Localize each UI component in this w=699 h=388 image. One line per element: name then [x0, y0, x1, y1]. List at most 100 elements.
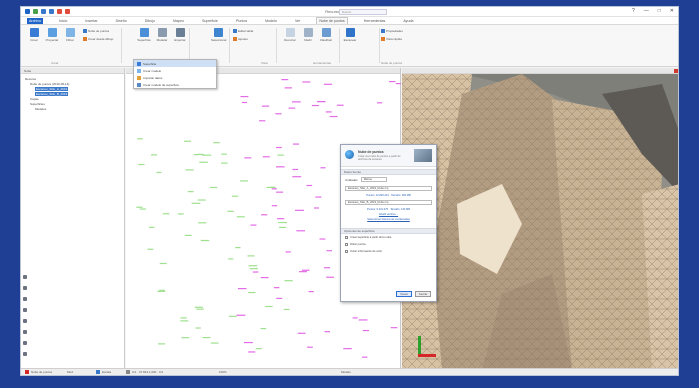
orbit-icon[interactable]: [23, 297, 27, 301]
tab-3[interactable]: Diseño: [114, 18, 129, 24]
status-mod[interactable]: Mod.: [67, 370, 74, 374]
point-label: [361, 356, 368, 358]
ribbon-button-8[interactable]: Medir: [301, 28, 315, 42]
filter-points-checkbox[interactable]: Filtrar puntos: [341, 241, 436, 248]
ribbon-group-label: Herramientas: [313, 61, 332, 65]
point-label: [336, 104, 344, 106]
tab-1[interactable]: Inicio: [57, 18, 69, 24]
create-surface-checkbox[interactable]: Crear superficie a partir de la nube: [341, 234, 436, 241]
tab-5[interactable]: Mapeo: [171, 18, 186, 24]
tab-4[interactable]: Dibujo: [143, 18, 157, 24]
ribbon-button-5[interactable]: Exportar: [173, 28, 187, 42]
dropdown-item[interactable]: Importar datos: [134, 74, 216, 81]
ribbon-small-item[interactable]: Editar tabla: [233, 29, 253, 33]
minimize-button[interactable]: —: [644, 8, 649, 14]
ribbon-small-item[interactable]: Vista rápida: [381, 37, 402, 41]
ribbon-button-0[interactable]: Crear: [27, 28, 41, 42]
tree-item[interactable]: Capas: [30, 97, 39, 101]
tab-6[interactable]: Superficie: [200, 18, 220, 24]
status-model[interactable]: Modelo: [341, 370, 351, 374]
ribbon-button-3[interactable]: Superficie: [137, 28, 151, 42]
file1-field[interactable]: Escaneo_Sitio_A_2019_Nube.rcp: [345, 186, 432, 191]
dropdown-item[interactable]: Crear modelo: [134, 67, 216, 74]
tab-7[interactable]: Puntos: [234, 18, 249, 24]
point-label: [177, 213, 184, 215]
small-item-label: Ajustes: [238, 37, 248, 41]
file2-field[interactable]: Escaneo_Sitio_B_2019_Nube.rcp: [345, 200, 432, 205]
tab-9[interactable]: Ver: [293, 18, 302, 24]
point-label: [278, 221, 287, 224]
point-label: [296, 230, 305, 232]
close-button[interactable]: ✕: [670, 8, 674, 14]
point-label: [308, 290, 314, 293]
tab-0[interactable]: Archivo: [27, 17, 43, 24]
ribbon-small-item[interactable]: Nube de puntos: [83, 29, 109, 33]
preview-image: [414, 149, 432, 162]
help-button[interactable]: ?: [632, 8, 635, 14]
ribbon-button-1[interactable]: Proyectar: [45, 28, 59, 42]
point-label: [362, 329, 369, 332]
tree-item[interactable]: Modelos: [35, 107, 46, 111]
settings-icon[interactable]: [23, 352, 27, 356]
ribbon-button-7[interactable]: Recortar: [283, 28, 297, 42]
point-label: [157, 290, 166, 292]
tree-item[interactable]: Superficies: [30, 102, 45, 106]
ribbon-small-item[interactable]: Propiedades: [381, 29, 403, 33]
tree-item[interactable]: Nube de puntos (2019-05-14): [30, 82, 69, 86]
close-dialog-button[interactable]: Cerrar: [415, 291, 431, 297]
tab-10[interactable]: Nube de puntos: [316, 17, 348, 24]
3d-view[interactable]: [402, 68, 678, 370]
layers-icon[interactable]: [23, 341, 27, 345]
tab-2[interactable]: Insertar: [83, 18, 99, 24]
create-button[interactable]: Crear: [396, 291, 412, 297]
ribbon-small-item[interactable]: Crear desde dibujo: [83, 37, 113, 41]
units-select[interactable]: Metros: [360, 177, 387, 182]
measure-icon[interactable]: [23, 330, 27, 334]
ribbon-button-4[interactable]: Modelar: [155, 28, 169, 42]
ribbon-icon: [157, 28, 167, 37]
dropdown-item[interactable]: Superficie: [134, 60, 216, 67]
coordinate-system-link[interactable]: Seleccionar sistema de coordenadas: [341, 217, 436, 222]
ribbon-separator: [189, 28, 190, 63]
point-label: [138, 163, 145, 166]
pan-icon[interactable]: [23, 275, 27, 279]
point-label: [285, 251, 291, 253]
point-label: [221, 153, 227, 155]
status-coordinates: 0,0 · 47.823.1,000 · 0,0: [126, 370, 163, 374]
close-icon[interactable]: [674, 69, 678, 73]
ribbon-button-9[interactable]: Clasificar: [319, 28, 333, 42]
point-cloud-dialog: Nube de puntos Crear una nube de puntos …: [340, 144, 437, 302]
ribbon-button-2[interactable]: Filtrar: [63, 28, 77, 42]
dropdown-item[interactable]: Crear modelo de superficie: [134, 81, 216, 88]
point-label: [276, 146, 282, 149]
ribbon-small-item[interactable]: Ajustes: [233, 37, 248, 41]
tree-item[interactable]: Escaneo_Sitio_A_2019: [35, 87, 69, 91]
tree-item[interactable]: Recurso: [25, 77, 36, 81]
globe-icon: [345, 150, 354, 159]
point-label: [292, 176, 302, 178]
point-label: [277, 154, 284, 156]
status-mode[interactable]: Nube de puntos: [25, 370, 52, 374]
search-input[interactable]: Buscar: [339, 9, 387, 15]
ribbon-button-label: Crear: [30, 38, 38, 42]
ribbon-group-label: Crear: [51, 61, 59, 65]
zoom-icon[interactable]: [23, 286, 27, 290]
maximize-button[interactable]: □: [658, 8, 661, 14]
tab-8[interactable]: Modelo: [263, 18, 279, 24]
point-label: [326, 276, 334, 278]
select-icon[interactable]: [23, 308, 27, 312]
point-label: [283, 308, 290, 311]
status-zoom[interactable]: 100%: [219, 370, 227, 374]
tab-12[interactable]: Ayuda: [401, 18, 415, 24]
point-label: [231, 195, 239, 197]
search-icon[interactable]: [23, 319, 27, 323]
point-label: [395, 82, 401, 85]
point-label: [315, 196, 322, 198]
tab-11[interactable]: Herramientas: [362, 18, 388, 24]
include-color-checkbox[interactable]: Incluir información de color: [341, 248, 436, 255]
point-label: [270, 186, 276, 188]
status-scale[interactable]: Escala: [96, 370, 111, 374]
ribbon-button-6[interactable]: Seleccionar: [211, 28, 227, 42]
tree-item[interactable]: Escaneo_Sitio_B_2019: [35, 92, 69, 96]
ribbon-button-10[interactable]: Escanear: [343, 28, 357, 42]
